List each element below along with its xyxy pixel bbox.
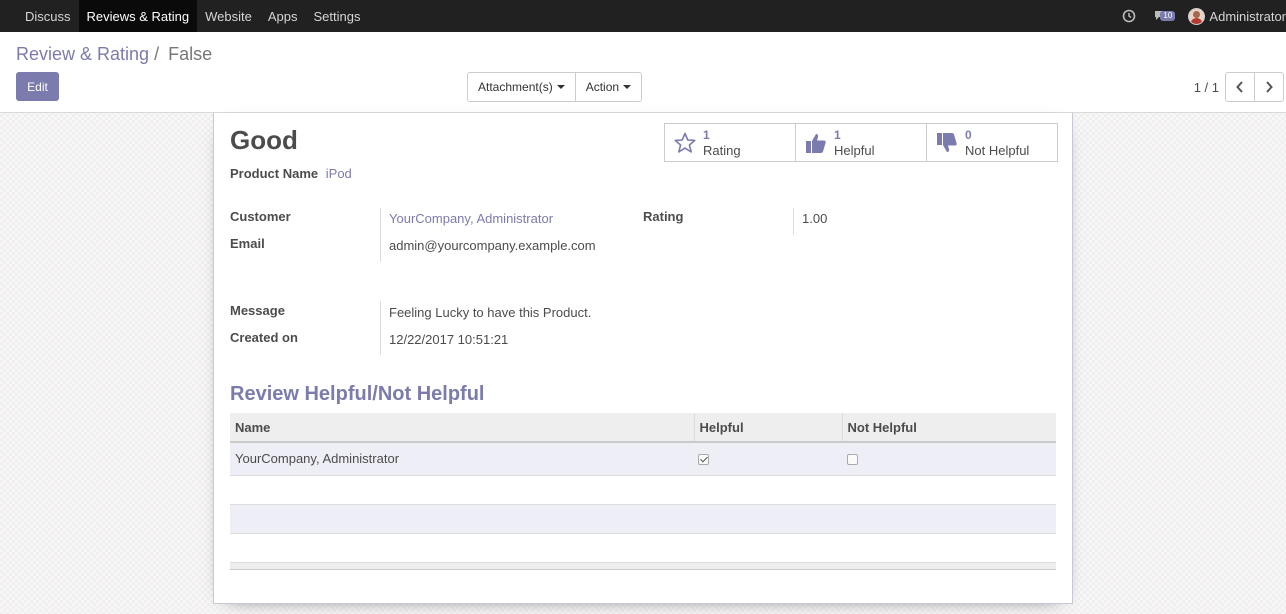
pager: 1 / 1: [1194, 72, 1284, 102]
thumbs-down-icon: [937, 132, 957, 152]
chevron-right-icon: [1266, 81, 1273, 93]
rating-stat-label: Rating: [703, 142, 741, 158]
field-divider: [380, 301, 381, 355]
email-value: admin@yourcompany.example.com: [389, 238, 596, 253]
table-header-row: Name Helpful Not Helpful: [230, 413, 1056, 443]
chat-count-badge: 10: [1160, 11, 1176, 21]
product-name-link[interactable]: iPod: [326, 166, 352, 181]
rating-stat-button[interactable]: 1 Rating: [664, 123, 796, 162]
message-label: Message: [230, 303, 285, 318]
action-label: Action: [585, 80, 620, 94]
column-header-name[interactable]: Name: [230, 413, 695, 443]
not-helpful-stat-label: Not Helpful: [965, 142, 1030, 158]
menu-settings[interactable]: Settings: [306, 0, 369, 32]
action-dropdown[interactable]: Action: [574, 72, 643, 102]
stat-button-box: 1 Rating 1 Helpful 0 Not Helpful: [664, 123, 1058, 162]
not-helpful-checkbox[interactable]: [847, 454, 858, 466]
helpful-stat-text: 1 Helpful: [834, 128, 874, 158]
created-on-label: Created on: [230, 330, 298, 345]
customer-link[interactable]: YourCompany, Administrator: [389, 211, 553, 226]
rating-value: 1.00: [802, 211, 828, 226]
email-label: Email: [230, 236, 265, 251]
user-menu-name[interactable]: Administrator: [1209, 9, 1286, 24]
breadcrumb: Review & Rating / False: [16, 44, 212, 65]
section-title: Review Helpful/Not Helpful: [230, 383, 485, 405]
row-not-helpful-cell: [842, 442, 1056, 476]
product-name-label: Product Name: [230, 166, 319, 181]
edit-button[interactable]: Edit: [16, 72, 59, 101]
column-header-not-helpful[interactable]: Not Helpful: [842, 413, 1056, 443]
created-on-value: 12/22/2017 10:51:21: [389, 332, 509, 347]
rating-stat-text: 1 Rating: [703, 128, 741, 158]
empty-row: [230, 533, 1056, 563]
chevron-left-icon: [1236, 81, 1243, 93]
pager-value[interactable]: 1 / 1: [1194, 80, 1219, 95]
rating-stat-value: 1: [703, 127, 710, 142]
table-footer: [230, 561, 1056, 570]
breadcrumb-current: False: [168, 44, 213, 64]
table-row[interactable]: YourCompany, Administrator: [230, 442, 1056, 476]
helpful-stat-value: 1: [834, 127, 841, 142]
row-name-cell: YourCompany, Administrator: [230, 442, 694, 476]
not-helpful-stat-text: 0 Not Helpful: [965, 128, 1029, 158]
sidebar-buttons: Attachment(s) Action: [467, 72, 643, 102]
systray: 10 Administrator: [1122, 0, 1286, 32]
helpful-stat-button[interactable]: 1 Helpful: [795, 123, 927, 162]
menu-website[interactable]: Website: [197, 0, 260, 32]
app-menu: Discuss Reviews & Rating Website Apps Se…: [17, 0, 368, 32]
column-header-helpful[interactable]: Helpful: [694, 413, 843, 443]
field-divider: [793, 208, 794, 235]
caret-down-icon: [623, 85, 632, 89]
field-divider: [380, 208, 381, 262]
empty-row: [230, 475, 1056, 505]
helpful-checkbox[interactable]: [698, 454, 709, 466]
menu-apps[interactable]: Apps: [260, 0, 306, 32]
form-sheet: 1 Rating 1 Helpful 0 Not Helpful Good Pr…: [213, 113, 1073, 604]
attachments-dropdown[interactable]: Attachment(s): [467, 72, 576, 102]
not-helpful-stat-value: 0: [965, 127, 972, 142]
top-navbar: Discuss Reviews & Rating Website Apps Se…: [0, 0, 1286, 32]
record-title: Good: [230, 125, 298, 155]
pager-next-button[interactable]: [1254, 72, 1284, 102]
messaging-menu[interactable]: 10: [1154, 8, 1178, 24]
attachments-label: Attachment(s): [478, 80, 553, 94]
not-helpful-stat-button[interactable]: 0 Not Helpful: [926, 123, 1058, 162]
breadcrumb-separator: /: [154, 44, 160, 64]
empty-row: [230, 504, 1056, 534]
rating-label: Rating: [643, 209, 684, 224]
menu-discuss[interactable]: Discuss: [17, 0, 79, 32]
control-panel: Review & Rating / False Edit Attachment(…: [0, 32, 1286, 113]
helpful-votes-table: Name Helpful Not Helpful YourCompany, Ad…: [230, 413, 1056, 570]
helpful-stat-label: Helpful: [834, 142, 875, 158]
customer-label: Customer: [230, 209, 291, 224]
thumbs-up-icon: [806, 133, 826, 153]
star-icon: [674, 132, 696, 153]
avatar[interactable]: [1188, 7, 1206, 25]
message-value: Feeling Lucky to have this Product.: [389, 305, 592, 320]
clock-icon[interactable]: [1122, 9, 1136, 23]
menu-reviews-rating[interactable]: Reviews & Rating: [78, 0, 198, 32]
product-row: Product Name iPod: [230, 166, 352, 181]
row-helpful-cell: [694, 442, 842, 476]
breadcrumb-parent-link[interactable]: Review & Rating: [16, 44, 149, 65]
caret-down-icon: [556, 85, 565, 89]
pager-previous-button[interactable]: [1225, 72, 1255, 102]
